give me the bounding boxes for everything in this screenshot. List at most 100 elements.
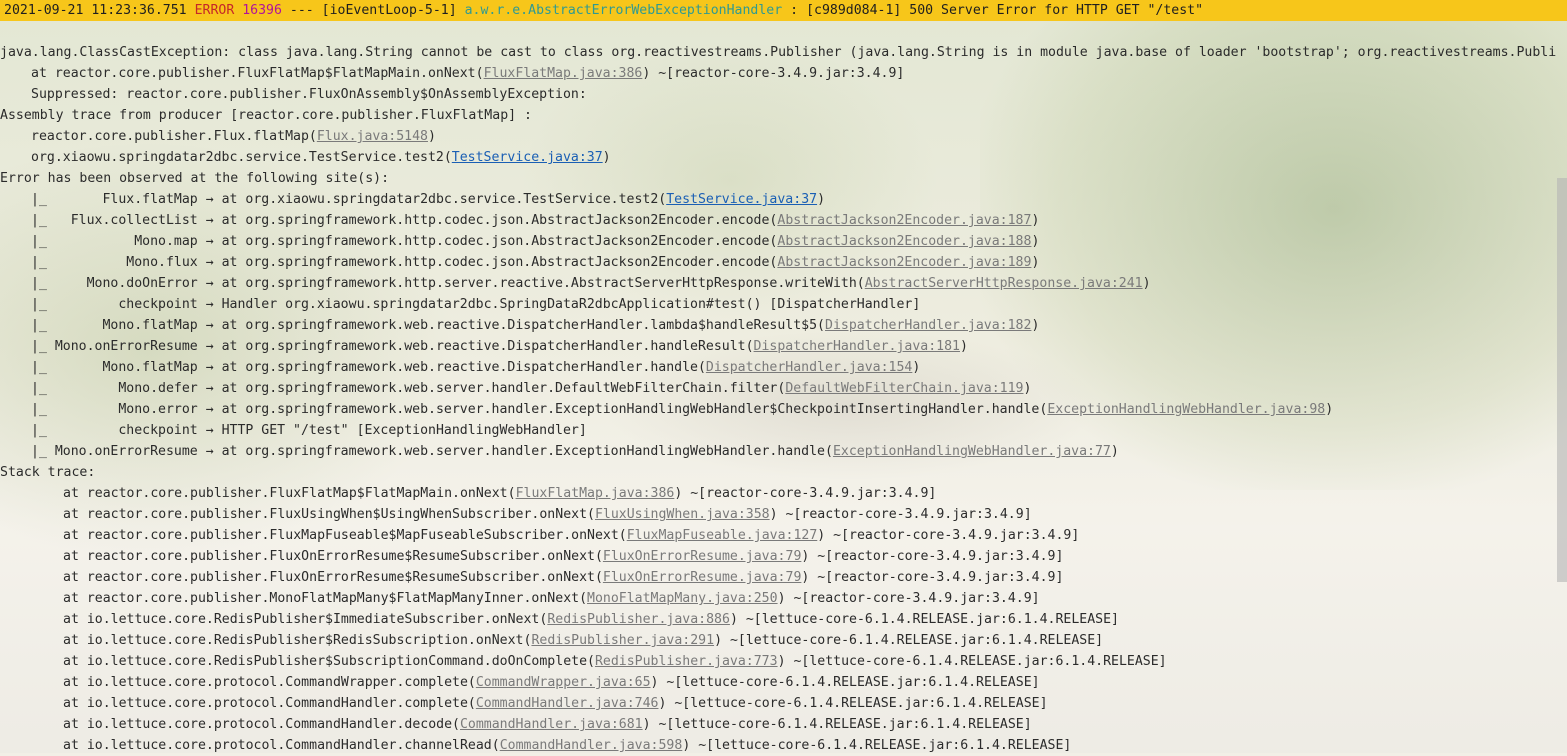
frame-suffix: ) ~[reactor-core-3.4.9.jar:3.4.9] <box>769 507 1032 522</box>
frame-suffix: ) ~[reactor-core-3.4.9.jar:3.4.9] <box>777 591 1040 606</box>
log-request-id: [c989d084-1] <box>806 3 902 18</box>
log-thread: [ioEventLoop-5-1] <box>321 3 457 18</box>
source-link[interactable]: CommandHandler.java:681 <box>460 717 643 732</box>
stack-frame-row: at reactor.core.publisher.FluxUsingWhen$… <box>0 504 1556 525</box>
observed-site-row: |_ Mono.defer → at org.springframework.w… <box>0 378 1556 399</box>
stack-frame-row: at reactor.core.publisher.FluxMapFuseabl… <box>0 525 1556 546</box>
source-link[interactable]: AbstractJackson2Encoder.java:189 <box>777 255 1031 270</box>
source-link[interactable]: FluxUsingWhen.java:358 <box>595 507 770 522</box>
source-link[interactable]: FluxFlatMap.java:386 <box>484 66 643 81</box>
frame-text: at reactor.core.publisher.FluxUsingWhen$… <box>63 507 595 522</box>
frame-suffix: ) <box>1031 234 1040 249</box>
frame-suffix: ) ~[lettuce-core-6.1.4.RELEASE.jar:6.1.4… <box>642 717 1032 732</box>
frame-text: at reactor.core.publisher.FluxFlatMap$Fl… <box>63 486 516 501</box>
source-link[interactable]: TestService.java:37 <box>452 150 603 165</box>
source-link[interactable]: DispatcherHandler.java:154 <box>706 360 912 375</box>
assembly-trace-line: Assembly trace from producer [reactor.co… <box>0 108 532 123</box>
observed-site-row: |_ Mono.doOnError → at org.springframewo… <box>0 273 1556 294</box>
frame-suffix: ) <box>912 360 921 375</box>
frame-text: at io.lettuce.core.protocol.CommandHandl… <box>63 738 500 753</box>
source-link[interactable]: FluxOnErrorResume.java:79 <box>603 570 802 585</box>
observed-sites-list: |_ Flux.flatMap → at org.xiaowu.springda… <box>0 189 1556 462</box>
arrow-icon: → <box>205 339 214 354</box>
observed-site-row: |_ Flux.collectList → at org.springframe… <box>0 210 1556 231</box>
source-link[interactable]: FluxFlatMap.java:386 <box>516 486 675 501</box>
frame-suffix: ) <box>602 150 611 165</box>
source-link[interactable]: RedisPublisher.java:291 <box>531 633 714 648</box>
arrow-icon: → <box>205 276 214 291</box>
log-colon: : <box>790 3 799 18</box>
arrow-icon: → <box>205 402 214 417</box>
vertical-scrollbar-thumb[interactable] <box>1557 178 1567 582</box>
frame-suffix: ) <box>959 339 968 354</box>
source-link[interactable]: DispatcherHandler.java:181 <box>754 339 960 354</box>
source-link[interactable]: CommandWrapper.java:65 <box>476 675 651 690</box>
console-log-output[interactable]: java.lang.ClassCastException: class java… <box>0 42 1556 756</box>
frame-suffix: ) ~[reactor-core-3.4.9.jar:3.4.9] <box>674 486 937 501</box>
arrow-icon: → <box>205 297 214 312</box>
log-logger-name[interactable]: a.w.r.e.AbstractErrorWebExceptionHandler <box>465 3 783 18</box>
operator-name: |_ Mono.defer <box>31 381 198 396</box>
frame-suffix: ) ~[reactor-core-3.4.9.jar:3.4.9] <box>817 528 1080 543</box>
source-link[interactable]: AbstractJackson2Encoder.java:188 <box>777 234 1031 249</box>
frame-suffix: ) ~[lettuce-core-6.1.4.RELEASE.jar:6.1.4… <box>714 633 1104 648</box>
error-log-header-line: 2021-09-21 11:23:36.751 ERROR 16396 --- … <box>0 0 1567 21</box>
source-link[interactable]: Flux.java:5148 <box>317 129 428 144</box>
assembly-frames: reactor.core.publisher.Flux.flatMap(Flux… <box>0 126 1556 168</box>
stack-frame-row: at reactor.core.publisher.FluxOnErrorRes… <box>0 546 1556 567</box>
source-link[interactable]: TestService.java:37 <box>666 192 817 207</box>
stack-frame-row: at io.lettuce.core.RedisPublisher$Immedi… <box>0 609 1556 630</box>
operator-name: |_ Mono.error <box>31 402 198 417</box>
source-link[interactable]: AbstractServerHttpResponse.java:241 <box>865 276 1143 291</box>
operator-name: |_ Mono.doOnError <box>31 276 198 291</box>
frame-text: org.xiaowu.springdatar2dbc.service.TestS… <box>31 150 452 165</box>
operator-name: |_ Mono.onErrorResume <box>31 339 198 354</box>
source-link[interactable]: FluxOnErrorResume.java:79 <box>603 549 802 564</box>
source-link[interactable]: ExceptionHandlingWebHandler.java:77 <box>833 444 1111 459</box>
site-text: at org.springframework.web.reactive.Disp… <box>221 339 754 354</box>
source-link[interactable]: FluxMapFuseable.java:127 <box>627 528 818 543</box>
frame-suffix: ) <box>1031 255 1040 270</box>
log-pid: 16396 <box>242 3 282 18</box>
site-text: at org.springframework.web.reactive.Disp… <box>221 360 706 375</box>
frame-suffix: ) ~[reactor-core-3.4.9.jar:3.4.9] <box>642 66 905 81</box>
source-link[interactable]: CommandHandler.java:746 <box>476 696 659 711</box>
operator-name: |_ Mono.flux <box>31 255 198 270</box>
stack-frame-row: at reactor.core.publisher.FluxOnErrorRes… <box>0 567 1556 588</box>
frame-text: at reactor.core.publisher.FluxFlatMap$Fl… <box>31 66 484 81</box>
frame-text: at io.lettuce.core.RedisPublisher$Immedi… <box>63 612 548 627</box>
source-link[interactable]: DefaultWebFilterChain.java:119 <box>785 381 1023 396</box>
frame-text: at io.lettuce.core.protocol.CommandHandl… <box>63 717 460 732</box>
suppressed-line: Suppressed: reactor.core.publisher.FluxO… <box>31 87 587 102</box>
source-link[interactable]: DispatcherHandler.java:182 <box>825 318 1031 333</box>
site-text: at org.springframework.http.server.react… <box>221 276 865 291</box>
site-text: HTTP GET "/test" [ExceptionHandlingWebHa… <box>221 423 587 438</box>
arrow-icon: → <box>205 444 214 459</box>
frame-suffix: ) ~[lettuce-core-6.1.4.RELEASE.jar:6.1.4… <box>650 675 1040 690</box>
observed-site-row: |_ Mono.onErrorResume → at org.springfra… <box>0 336 1556 357</box>
frame-suffix: ) ~[reactor-core-3.4.9.jar:3.4.9] <box>801 549 1064 564</box>
operator-name: |_ Mono.flatMap <box>31 360 198 375</box>
frame-suffix: ) <box>1023 381 1032 396</box>
arrow-icon: → <box>205 423 214 438</box>
arrow-icon: → <box>205 192 214 207</box>
source-link[interactable]: ExceptionHandlingWebHandler.java:98 <box>1047 402 1325 417</box>
frame-suffix: ) ~[lettuce-core-6.1.4.RELEASE.jar:6.1.4… <box>729 612 1119 627</box>
frame-text: at io.lettuce.core.RedisPublisher$Subscr… <box>63 654 595 669</box>
source-link[interactable]: MonoFlatMapMany.java:250 <box>587 591 778 606</box>
arrow-icon: → <box>205 381 214 396</box>
source-link[interactable]: AbstractJackson2Encoder.java:187 <box>777 213 1031 228</box>
arrow-icon: → <box>205 360 214 375</box>
source-link[interactable]: CommandHandler.java:598 <box>500 738 683 753</box>
frame-suffix: ) <box>1031 318 1040 333</box>
source-link[interactable]: RedisPublisher.java:886 <box>547 612 730 627</box>
assembly-frame: org.xiaowu.springdatar2dbc.service.TestS… <box>0 147 1556 168</box>
frame-suffix: ) <box>1142 276 1151 291</box>
observed-site-row: |_ Mono.flux → at org.springframework.ht… <box>0 252 1556 273</box>
source-link[interactable]: RedisPublisher.java:773 <box>595 654 778 669</box>
observed-site-row: |_ Mono.flatMap → at org.springframework… <box>0 315 1556 336</box>
frame-text: at io.lettuce.core.RedisPublisher$RedisS… <box>63 633 532 648</box>
frame-text: reactor.core.publisher.Flux.flatMap( <box>31 129 317 144</box>
site-text: at org.springframework.http.codec.json.A… <box>221 234 778 249</box>
arrow-icon: → <box>205 255 214 270</box>
